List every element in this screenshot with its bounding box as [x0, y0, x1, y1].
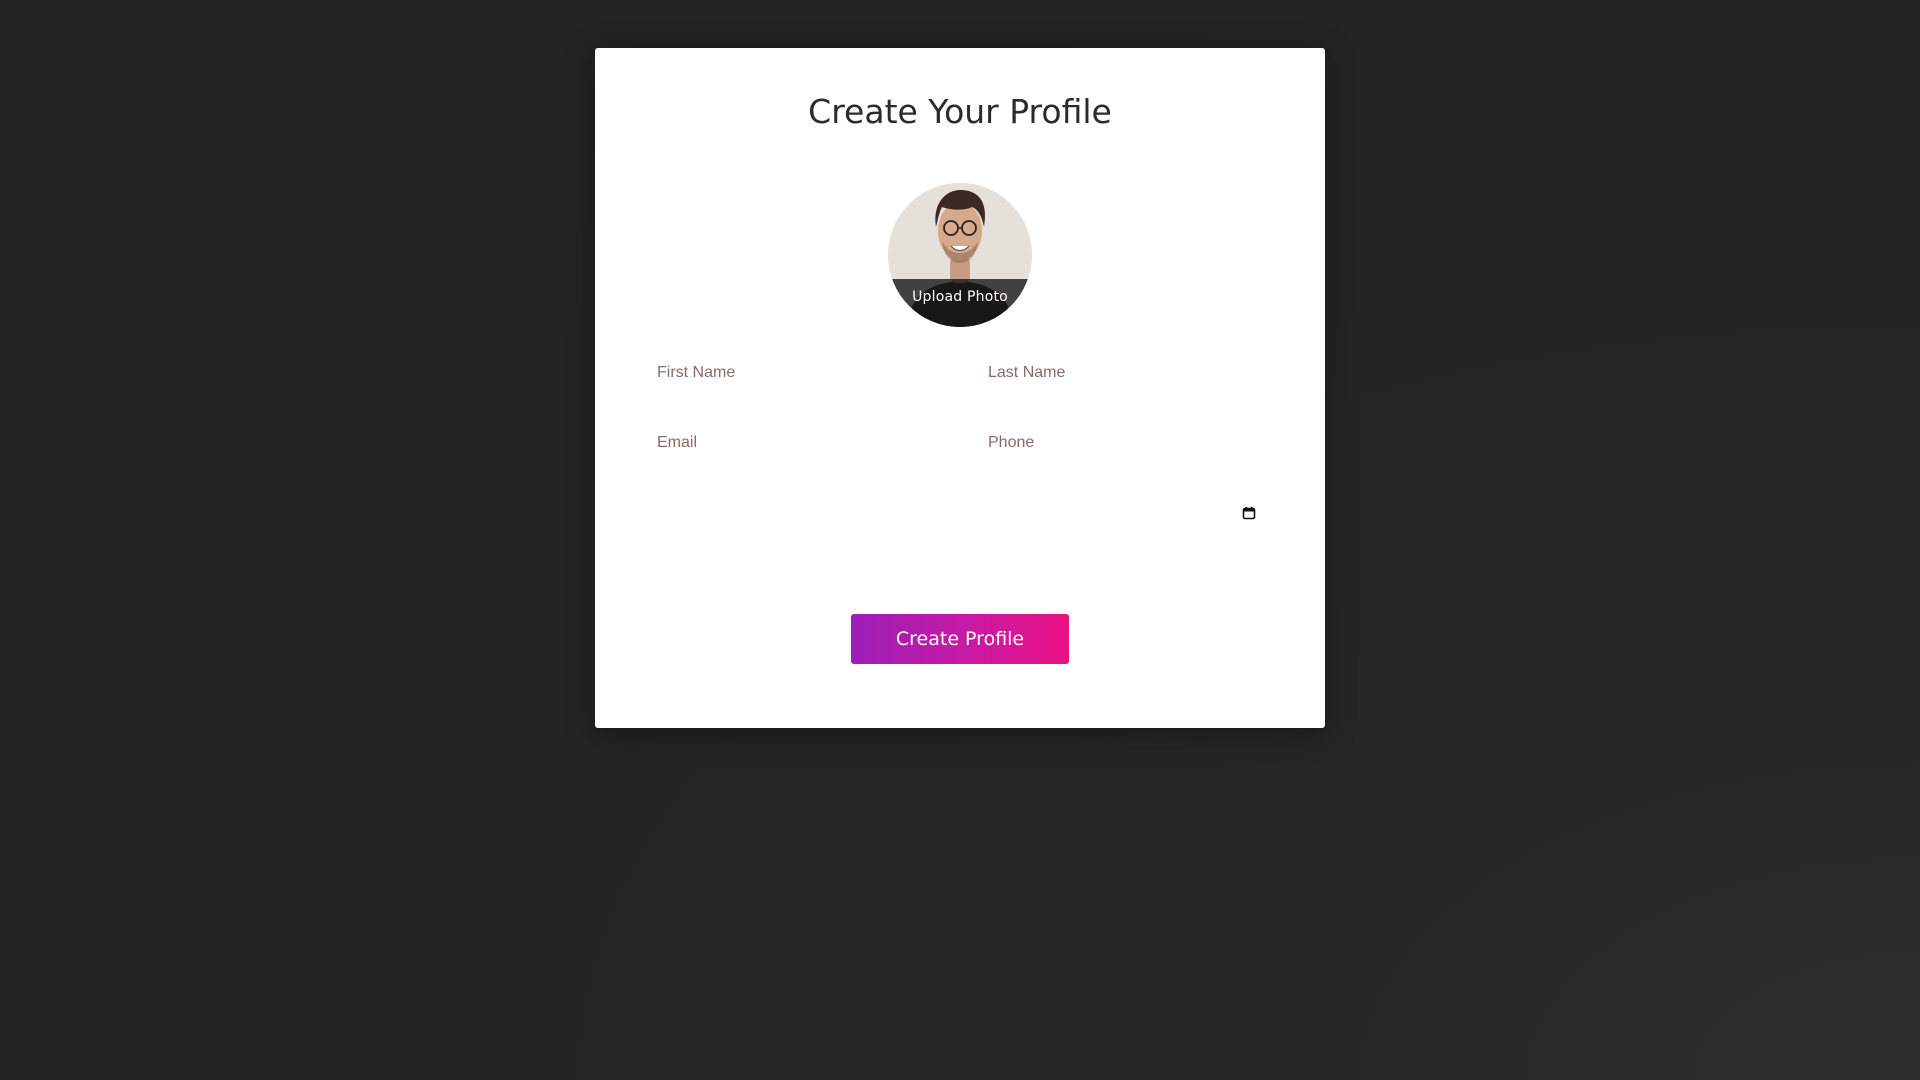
calendar-icon[interactable]: [1242, 506, 1256, 520]
phone-input[interactable]: [988, 426, 1288, 460]
create-profile-button[interactable]: Create Profile: [851, 614, 1069, 664]
upload-photo-label: Upload Photo: [912, 289, 1008, 305]
email-input[interactable]: [657, 426, 957, 460]
avatar-upload[interactable]: Upload Photo: [888, 183, 1032, 327]
page-title: Create Your Profile: [808, 92, 1112, 131]
first-name-input[interactable]: [657, 356, 957, 390]
last-name-input[interactable]: [988, 356, 1288, 390]
profile-card: Create Your Profile Upload Photo First N…: [595, 48, 1325, 728]
date-field[interactable]: [657, 495, 1257, 529]
